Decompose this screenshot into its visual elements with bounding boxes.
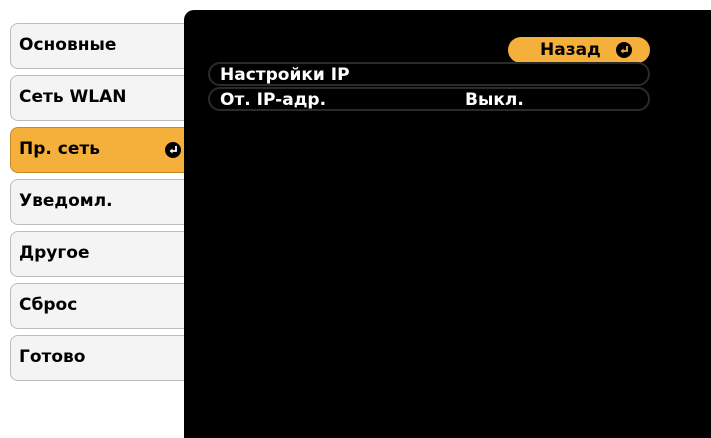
settings-panel: Назад Настройки IP От. IP-адр. Выкл. [184, 10, 711, 438]
menu-item-label: Пр. сеть [19, 139, 100, 159]
setting-label: Настройки IP [220, 65, 350, 85]
menu-item-done[interactable]: Готово [10, 335, 196, 381]
setting-value: Выкл. [465, 90, 524, 110]
menu-item-other[interactable]: Другое [10, 231, 196, 277]
menu-item-reset[interactable]: Сброс [10, 283, 196, 329]
menu-item-label: Сброс [19, 295, 78, 315]
projector-menu-screen: Основные Сеть WLAN Пр. сеть Уведомл. Дру… [0, 0, 711, 438]
enter-icon [616, 42, 632, 58]
menu-item-label: Основные [19, 35, 117, 55]
setting-label: От. IP-адр. [220, 90, 327, 110]
menu-item-label: Уведомл. [19, 191, 113, 211]
setting-row-ip-display[interactable]: От. IP-адр. Выкл. [208, 87, 650, 111]
menu-item-wlan[interactable]: Сеть WLAN [10, 75, 196, 121]
back-button[interactable]: Назад [508, 37, 650, 63]
menu-item-label: Другое [19, 243, 90, 263]
enter-icon [165, 142, 181, 158]
back-button-label: Назад [540, 40, 601, 60]
menu-item-basic[interactable]: Основные [10, 23, 196, 69]
menu-item-label: Готово [19, 347, 86, 367]
menu-item-notifications[interactable]: Уведомл. [10, 179, 196, 225]
menu-item-label: Сеть WLAN [19, 87, 127, 107]
menu-item-wired-network[interactable]: Пр. сеть [10, 127, 192, 173]
setting-row-ip-settings[interactable]: Настройки IP [208, 62, 650, 86]
